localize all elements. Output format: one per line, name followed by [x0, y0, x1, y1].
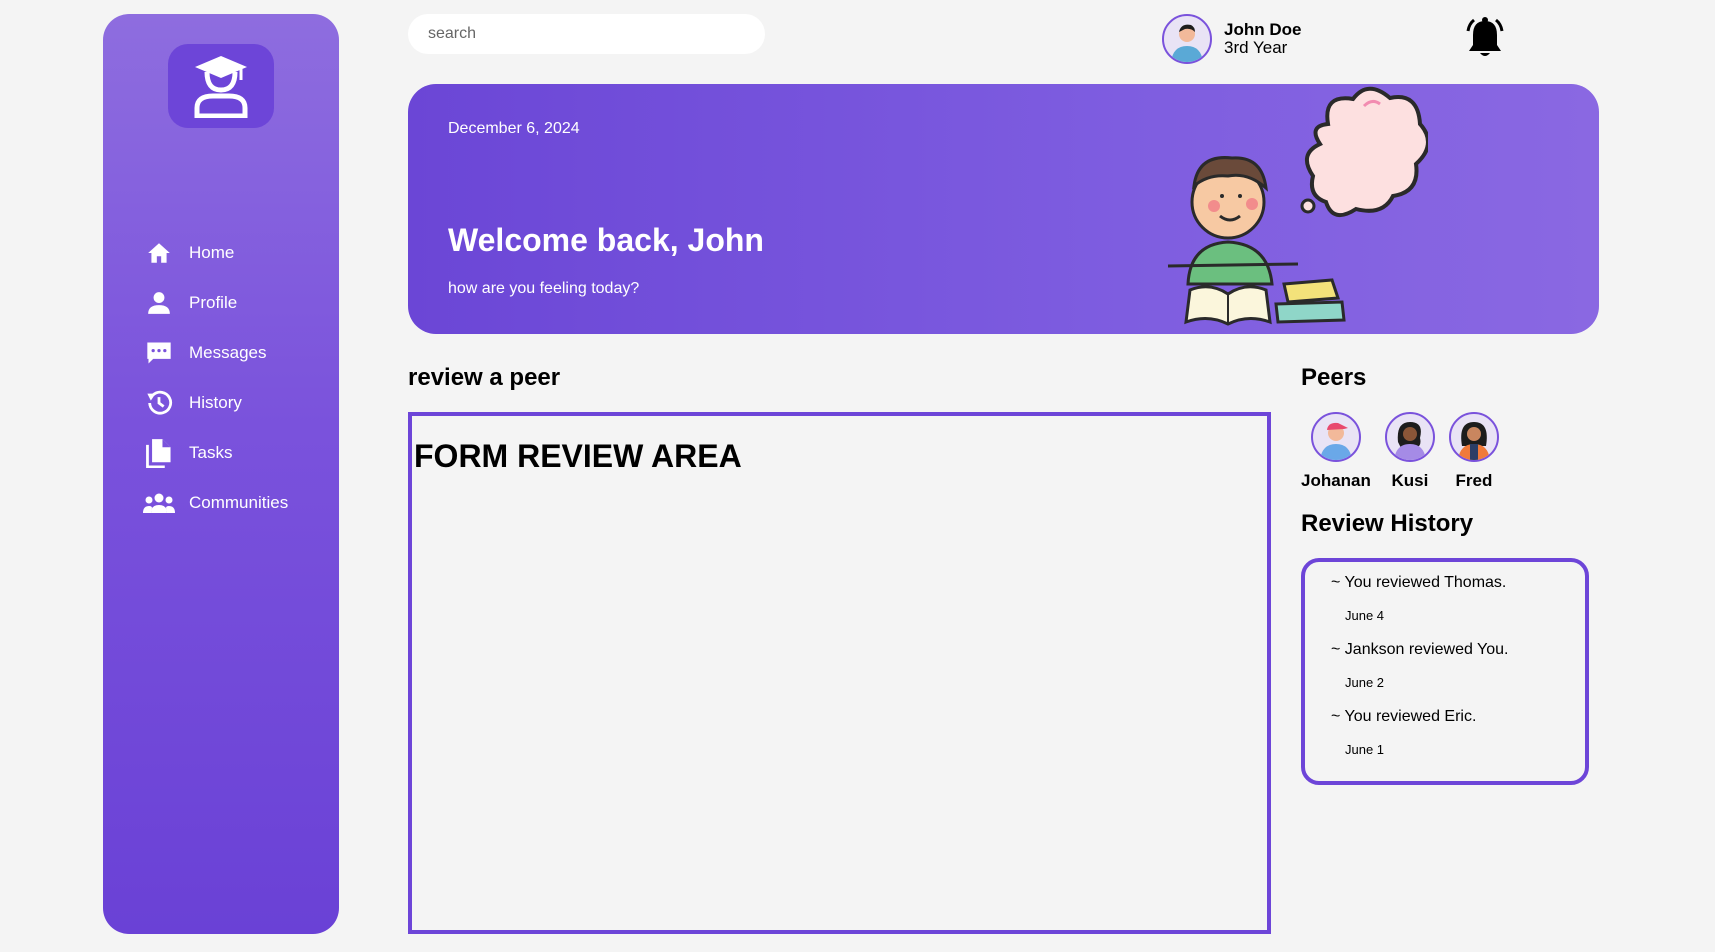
group-icon — [143, 487, 175, 519]
form-review-area-label: FORM REVIEW AREA — [414, 438, 742, 474]
history-item-text: ~ You reviewed Eric. — [1331, 708, 1477, 725]
document-icon — [143, 437, 175, 469]
peers-title: Peers — [1301, 364, 1367, 391]
sidebar-item-communities[interactable]: Communities — [143, 478, 288, 528]
sidebar-nav: Home Profile Messages History Tasks Comm… — [143, 228, 288, 528]
user-year: 3rd Year — [1224, 38, 1288, 57]
history-item-text: ~ Jankson reviewed You. — [1331, 641, 1509, 658]
sidebar-item-label: Messages — [189, 343, 267, 362]
bell-icon — [1466, 17, 1504, 56]
history-item: ~ You reviewed Thomas. June 4 — [1331, 574, 1585, 623]
notification-button[interactable] — [1460, 14, 1510, 64]
banner-title: Welcome back, John — [448, 222, 764, 258]
peer-item[interactable]: Johanan — [1301, 412, 1371, 491]
logo[interactable] — [168, 44, 274, 128]
sidebar-item-label: Tasks — [189, 443, 233, 462]
home-icon — [143, 237, 175, 269]
peer-item[interactable]: Kusi — [1384, 412, 1435, 491]
peer-name: Johanan — [1301, 471, 1371, 490]
history-item-date: June 4 — [1345, 608, 1385, 623]
review-history-title: Review History — [1301, 510, 1474, 537]
student-reading-illustration — [1167, 86, 1428, 326]
avatar — [1448, 412, 1499, 462]
review-section-title: review a peer — [408, 364, 561, 391]
history-item-text: ~ You reviewed Thomas. — [1331, 574, 1507, 591]
peer-item[interactable]: Fred — [1448, 412, 1499, 491]
history-item-date: June 2 — [1345, 675, 1385, 690]
peer-name: Kusi — [1391, 471, 1429, 490]
user-icon — [143, 287, 175, 319]
sidebar-item-label: Communities — [189, 493, 289, 512]
welcome-banner: December 6, 2024 Welcome back, John how … — [408, 84, 1599, 334]
history-item: ~ Jankson reviewed You. June 2 — [1331, 641, 1585, 690]
avatar — [1310, 412, 1361, 462]
user-name: John Doe — [1224, 20, 1302, 39]
sidebar-item-history[interactable]: History — [143, 378, 288, 428]
avatar — [1162, 14, 1212, 64]
review-history-box: ~ You reviewed Thomas. June 4 ~ Jankson … — [1301, 558, 1589, 785]
sidebar: Home Profile Messages History Tasks Comm… — [103, 14, 339, 934]
history-item: ~ You reviewed Eric. June 1 — [1331, 708, 1585, 757]
search-input[interactable] — [408, 14, 765, 54]
sidebar-item-label: Home — [189, 243, 235, 262]
sidebar-item-label: History — [189, 393, 242, 412]
form-review-area[interactable]: FORM REVIEW AREA — [408, 412, 1271, 934]
sidebar-item-messages[interactable]: Messages — [143, 328, 288, 378]
user-info: John Doe 3rd Year — [1224, 21, 1301, 57]
graduate-student-icon — [194, 56, 248, 118]
user-profile[interactable]: John Doe 3rd Year — [1162, 14, 1301, 64]
peer-name: Fred — [1455, 471, 1493, 490]
banner-date: December 6, 2024 — [448, 120, 580, 137]
history-item-date: June 1 — [1345, 742, 1385, 757]
sidebar-item-label: Profile — [189, 293, 238, 312]
chat-icon — [143, 337, 175, 369]
sidebar-item-profile[interactable]: Profile — [143, 278, 288, 328]
peers-list: Johanan Kusi Fred — [1301, 412, 1513, 491]
history-icon — [143, 387, 175, 419]
sidebar-item-tasks[interactable]: Tasks — [143, 428, 288, 478]
sidebar-item-home[interactable]: Home — [143, 228, 288, 278]
banner-subtitle: how are you feeling today? — [448, 280, 640, 297]
avatar — [1384, 412, 1435, 462]
